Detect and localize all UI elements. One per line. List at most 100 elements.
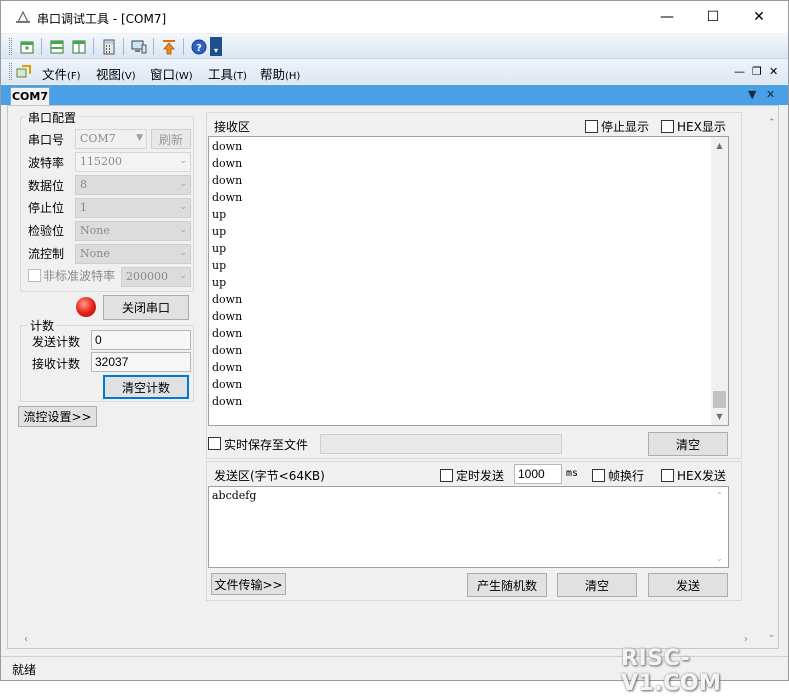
toolbar-overflow-button[interactable]: ▾ bbox=[210, 37, 222, 56]
hex-display-checkbox[interactable] bbox=[661, 120, 674, 133]
random-button[interactable]: 产生随机数 bbox=[467, 573, 547, 597]
flow-select[interactable]: None ⌄ bbox=[75, 244, 191, 264]
tab-close-button[interactable]: ✕ bbox=[766, 88, 775, 101]
status-text: 就绪 bbox=[12, 663, 37, 677]
receive-clear-button[interactable]: 清空 bbox=[648, 432, 728, 456]
chevron-down-icon: ⌄ bbox=[179, 248, 187, 258]
menu-file-label: 文件 bbox=[42, 67, 68, 82]
hex-send-label: HEX发送 bbox=[677, 469, 726, 483]
stop-display-checkbox[interactable] bbox=[585, 120, 598, 133]
maximize-button[interactable]: ☐ bbox=[690, 1, 736, 33]
main-vertical-scrollbar[interactable]: ⌃ ⌄ bbox=[766, 116, 780, 640]
mdi-minimize-button[interactable]: — bbox=[734, 65, 745, 78]
hex-display-label: HEX显示 bbox=[677, 120, 726, 134]
port-select[interactable]: COM7 ▼ bbox=[75, 129, 147, 149]
close-button[interactable]: ✕ bbox=[736, 1, 782, 33]
upload-button[interactable] bbox=[159, 37, 179, 56]
send-count-label: 发送计数 bbox=[32, 335, 81, 349]
send-textarea[interactable]: abcdefg ⌃ ⌄ bbox=[208, 486, 729, 568]
flow-settings-button[interactable]: 流控设置>> bbox=[18, 406, 97, 427]
stopbits-select[interactable]: 1 ⌄ bbox=[75, 198, 191, 218]
file-transfer-button[interactable]: 文件传输>> bbox=[211, 573, 286, 595]
close-port-button[interactable]: 关闭串口 bbox=[103, 295, 189, 320]
newline-checkbox[interactable] bbox=[592, 469, 605, 482]
receive-line: up bbox=[212, 276, 227, 289]
refresh-button[interactable]: 刷新 bbox=[151, 129, 191, 149]
computer-icon bbox=[131, 40, 147, 53]
chevron-down-icon: ▼ bbox=[136, 133, 143, 143]
receive-lines: down down down down up up up up up down down down do… bbox=[212, 138, 242, 410]
new-window-icon bbox=[20, 41, 34, 53]
tab-list-dropdown-icon[interactable]: ▼ bbox=[748, 88, 756, 101]
parity-select[interactable]: None ⌄ bbox=[75, 221, 191, 241]
calculator-icon bbox=[103, 39, 115, 54]
menu-tools[interactable]: 工具(T) bbox=[208, 64, 247, 83]
send-scrollbar[interactable]: ⌃ ⌄ bbox=[711, 487, 728, 567]
tile-horizontal-button[interactable] bbox=[47, 37, 67, 56]
menu-file[interactable]: 文件(F) bbox=[42, 64, 81, 83]
toolbar-separator bbox=[93, 38, 94, 55]
nonstd-baud-label: 非标准波特率 bbox=[43, 269, 116, 283]
receive-line: down bbox=[212, 140, 243, 153]
send-content: abcdefg bbox=[212, 489, 257, 502]
send-button[interactable]: 发送 bbox=[648, 573, 728, 597]
databits-select[interactable]: 8 ⌄ bbox=[75, 175, 191, 195]
receive-scrollbar[interactable]: ▲ ▼ bbox=[711, 137, 728, 425]
toolbar: ? ▾ bbox=[1, 34, 788, 59]
interval-input[interactable]: 1000 bbox=[514, 464, 562, 484]
receive-line: up bbox=[212, 259, 227, 272]
tab-com7[interactable]: COM7 bbox=[10, 87, 50, 105]
menu-help[interactable]: 帮助(H) bbox=[260, 64, 300, 83]
save-path-field[interactable] bbox=[320, 434, 562, 454]
flow-value: None bbox=[80, 247, 110, 260]
nonstd-baud-checkbox[interactable] bbox=[28, 269, 41, 282]
scroll-down-icon[interactable]: ⌄ bbox=[768, 630, 776, 640]
receive-line: down bbox=[212, 395, 243, 408]
send-clear-button[interactable]: 清空 bbox=[557, 573, 637, 597]
scroll-down-icon[interactable]: ⌄ bbox=[711, 550, 728, 567]
scroll-up-icon[interactable]: ⌃ bbox=[768, 118, 776, 128]
toolbar-grip[interactable] bbox=[9, 38, 12, 55]
help-button[interactable]: ? bbox=[189, 37, 209, 56]
new-window-button[interactable] bbox=[17, 37, 37, 56]
receive-textarea[interactable]: down down down down up up up up up down down down do… bbox=[208, 136, 729, 426]
terminal-button[interactable] bbox=[129, 37, 149, 56]
chevron-down-icon: ⌄ bbox=[179, 202, 187, 212]
scroll-right-icon[interactable]: › bbox=[744, 634, 748, 645]
timed-send-checkbox[interactable] bbox=[440, 469, 453, 482]
menu-window[interactable]: 窗口(W) bbox=[150, 64, 193, 83]
menubar-grip[interactable] bbox=[9, 63, 12, 80]
chevron-down-icon: ⌄ bbox=[179, 156, 187, 166]
stopbits-label: 停止位 bbox=[28, 201, 65, 215]
menu-help-label: 帮助 bbox=[260, 67, 286, 82]
nonstd-baud-select[interactable]: 200000 ⌄ bbox=[121, 267, 191, 287]
menu-tools-accel: (T) bbox=[233, 71, 247, 82]
scroll-left-icon[interactable]: ‹ bbox=[24, 634, 28, 645]
window-title: 串口调试工具 - [COM7] bbox=[37, 12, 167, 26]
receive-line: down bbox=[212, 157, 243, 170]
baud-select[interactable]: 115200 ⌄ bbox=[75, 152, 191, 172]
tile-vertical-button[interactable] bbox=[69, 37, 89, 56]
scroll-up-icon[interactable]: ▲ bbox=[711, 137, 728, 154]
receive-line: down bbox=[212, 327, 243, 340]
save-realtime-checkbox[interactable] bbox=[208, 437, 221, 450]
mdi-restore-button[interactable]: ❐ bbox=[752, 65, 762, 78]
document-tab-bar: COM7 ▼ ✕ bbox=[1, 85, 788, 105]
scroll-up-icon[interactable]: ⌃ bbox=[711, 487, 728, 504]
receive-line: up bbox=[212, 242, 227, 255]
scroll-down-icon[interactable]: ▼ bbox=[711, 408, 728, 425]
chevron-down-icon: ⌄ bbox=[179, 225, 187, 235]
clear-count-button[interactable]: 清空计数 bbox=[103, 375, 189, 399]
parity-label: 检验位 bbox=[28, 224, 65, 238]
parity-value: None bbox=[80, 224, 110, 237]
hex-send-checkbox[interactable] bbox=[661, 469, 674, 482]
calculator-button[interactable] bbox=[99, 37, 119, 56]
mdi-close-button[interactable]: ✕ bbox=[769, 65, 778, 78]
menu-view[interactable]: 视图(V) bbox=[96, 64, 136, 83]
port-label: 串口号 bbox=[28, 133, 65, 147]
minimize-button[interactable]: — bbox=[644, 1, 690, 33]
mdi-document-icon bbox=[16, 65, 31, 78]
recv-count-label: 接收计数 bbox=[32, 357, 81, 371]
scroll-thumb[interactable] bbox=[713, 391, 726, 408]
nonstd-baud-value: 200000 bbox=[126, 270, 168, 283]
